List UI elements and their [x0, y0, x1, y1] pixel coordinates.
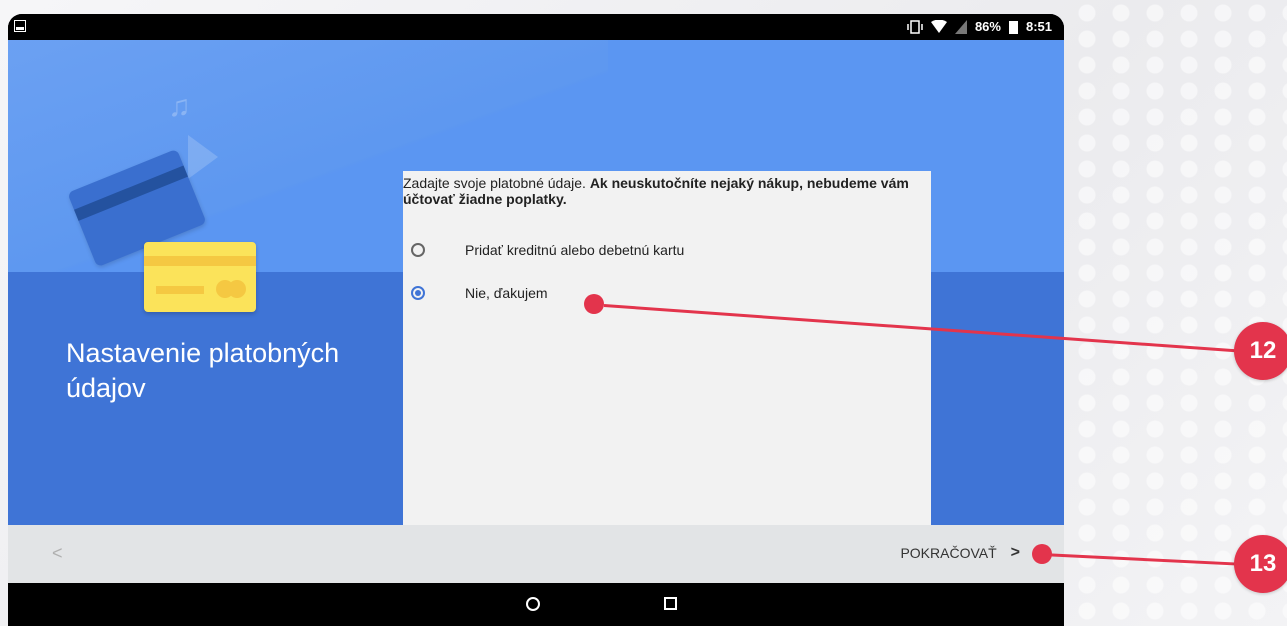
- option-no-thanks[interactable]: Nie, ďakujem: [411, 281, 548, 305]
- home-icon[interactable]: [526, 597, 540, 611]
- option-add-card[interactable]: Pridať kreditnú alebo debetnú kartu: [411, 238, 684, 262]
- payment-options-panel: Zadajte svoje platobné údaje. Ak neuskut…: [403, 171, 931, 525]
- card-number-bar: [156, 286, 204, 294]
- card-logo-circle: [228, 280, 246, 298]
- recent-apps-icon[interactable]: [664, 597, 677, 610]
- option-add-card-label[interactable]: Pridať kreditnú alebo debetnú kartu: [465, 242, 684, 258]
- system-nav-bar: [8, 583, 1064, 626]
- clock: 8:51: [1025, 19, 1052, 34]
- background-pattern: [1070, 0, 1287, 626]
- card-stripe: [144, 256, 256, 266]
- setup-screen: ♫ Nastavenie platobných údajov Zadajte s…: [8, 40, 1064, 525]
- chevron-right-icon[interactable]: >: [1011, 544, 1020, 562]
- continue-label[interactable]: POKRAČOVAŤ: [900, 545, 996, 561]
- status-bar: 86% 8:51: [8, 14, 1064, 40]
- setup-footer: < POKRAČOVAŤ >: [8, 525, 1064, 583]
- intro-text: Zadajte svoje platobné údaje. Ak neuskut…: [403, 175, 923, 207]
- radio-add-card[interactable]: [411, 243, 425, 257]
- callout-13-badge: 13: [1234, 535, 1287, 593]
- radio-no-thanks[interactable]: [411, 286, 425, 300]
- no-signal-icon: [954, 19, 967, 34]
- wifi-icon: [930, 19, 947, 33]
- play-icon: [188, 135, 218, 179]
- callout-13-dot: [1032, 544, 1052, 564]
- tablet-device: 86% 8:51 ♫ Nastavenie platobných údajov …: [8, 14, 1064, 626]
- vibrate-icon: [907, 19, 923, 34]
- music-note-icon: ♫: [168, 90, 191, 123]
- callout-12-dot: [584, 294, 604, 314]
- page-title: Nastavenie platobných údajov: [66, 338, 340, 403]
- battery-icon: [1008, 20, 1018, 34]
- intro-normal: Zadajte svoje platobné údaje.: [403, 175, 590, 191]
- option-no-thanks-label[interactable]: Nie, ďakujem: [465, 285, 548, 301]
- yellow-card-illustration: [144, 242, 256, 312]
- continue-button[interactable]: POKRAČOVAŤ >: [900, 544, 1020, 562]
- battery-percent: 86%: [974, 19, 1001, 34]
- callout-12-badge: 12: [1234, 322, 1287, 380]
- page-stage: 86% 8:51 ♫ Nastavenie platobných údajov …: [0, 0, 1287, 626]
- back-button[interactable]: <: [52, 543, 63, 564]
- image-notification-icon: [14, 20, 26, 32]
